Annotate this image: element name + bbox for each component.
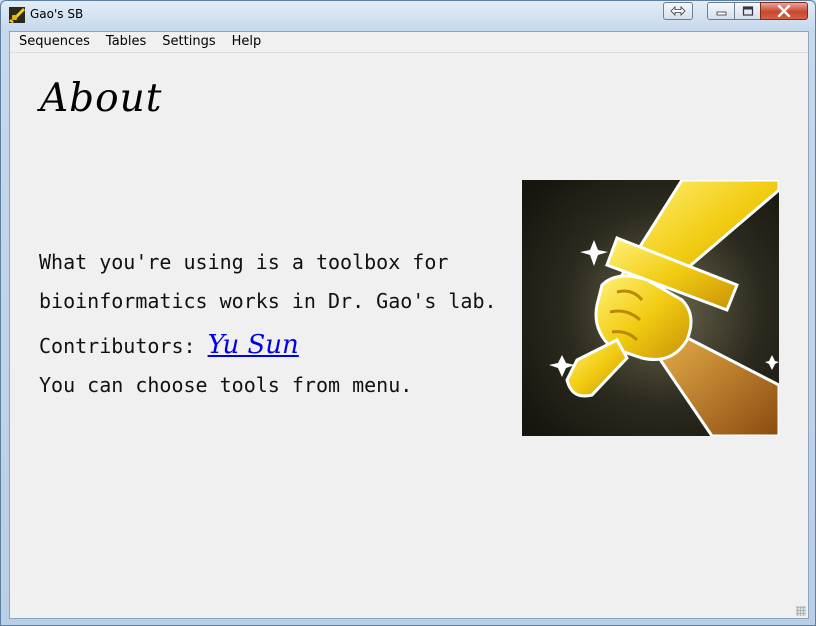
resize-button[interactable] [663, 2, 693, 20]
page-title: About [40, 76, 163, 121]
client-area: Sequences Tables Settings Help About Wha… [9, 31, 809, 619]
double-arrow-icon [670, 6, 686, 16]
maximize-icon [742, 6, 753, 16]
instruction-line: You can choose tools from menu. [39, 373, 413, 397]
close-icon [777, 5, 791, 17]
golden-sword-image [522, 180, 779, 436]
menu-settings[interactable]: Settings [153, 32, 222, 52]
resize-grip[interactable] [796, 606, 806, 616]
contributors-line: Contributors: Yu Sun [39, 330, 299, 360]
description-line-2: bioinformatics works in Dr. Gao's lab. [39, 289, 497, 313]
app-icon [9, 7, 25, 23]
menu-bar: Sequences Tables Settings Help [10, 32, 808, 53]
contributors-label: Contributors: [39, 334, 208, 358]
menu-help[interactable]: Help [223, 32, 269, 52]
app-window: Gao's SB Sequences Tables Settings Help … [0, 0, 816, 626]
close-button[interactable] [760, 2, 808, 20]
contributor-link[interactable]: Yu Sun [208, 330, 299, 360]
menu-tables[interactable]: Tables [97, 32, 153, 52]
minimize-icon [716, 11, 726, 16]
menu-sequences[interactable]: Sequences [10, 32, 97, 52]
title-bar[interactable]: Gao's SB [1, 1, 815, 31]
description-line-1: What you're using is a toolbox for [39, 250, 449, 274]
window-title: Gao's SB [30, 7, 84, 21]
minimize-button[interactable] [707, 2, 735, 20]
maximize-button[interactable] [734, 2, 761, 20]
